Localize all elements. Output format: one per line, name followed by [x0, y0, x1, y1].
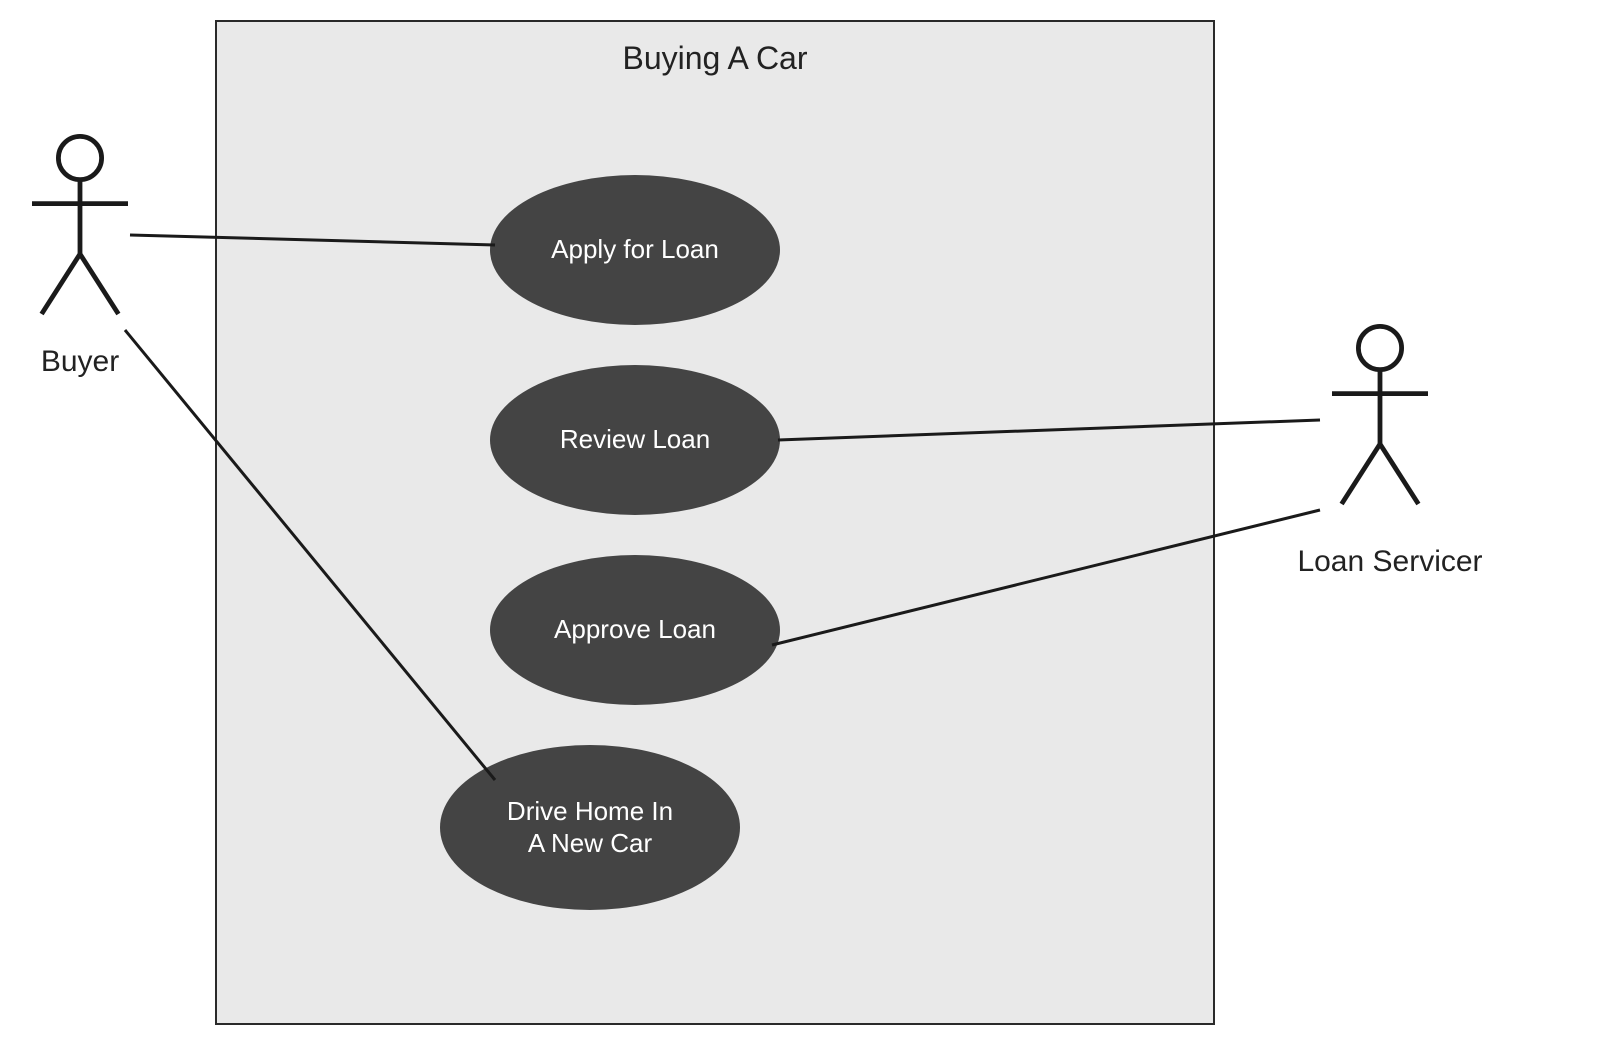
system-title: Buying A Car: [217, 40, 1213, 77]
usecase-label: Drive Home InA New Car: [507, 796, 673, 858]
actor-icon-buyer: [20, 130, 140, 330]
actor-icon-loan-servicer: [1320, 320, 1440, 520]
usecase-label: Approve Loan: [554, 614, 716, 645]
actor-label-buyer: Buyer: [20, 345, 140, 379]
usecase-drive-home: Drive Home InA New Car: [440, 745, 740, 910]
usecase-approve-loan: Approve Loan: [490, 555, 780, 705]
usecase-label: Apply for Loan: [551, 234, 719, 265]
usecase-label: Review Loan: [560, 424, 710, 455]
usecase-review-loan: Review Loan: [490, 365, 780, 515]
use-case-diagram: Buying A Car Apply for Loan Review Loan …: [0, 0, 1614, 1054]
actor-label-loan-servicer: Loan Servicer: [1280, 545, 1500, 579]
usecase-apply-for-loan: Apply for Loan: [490, 175, 780, 325]
system-boundary: Buying A Car: [215, 20, 1215, 1025]
